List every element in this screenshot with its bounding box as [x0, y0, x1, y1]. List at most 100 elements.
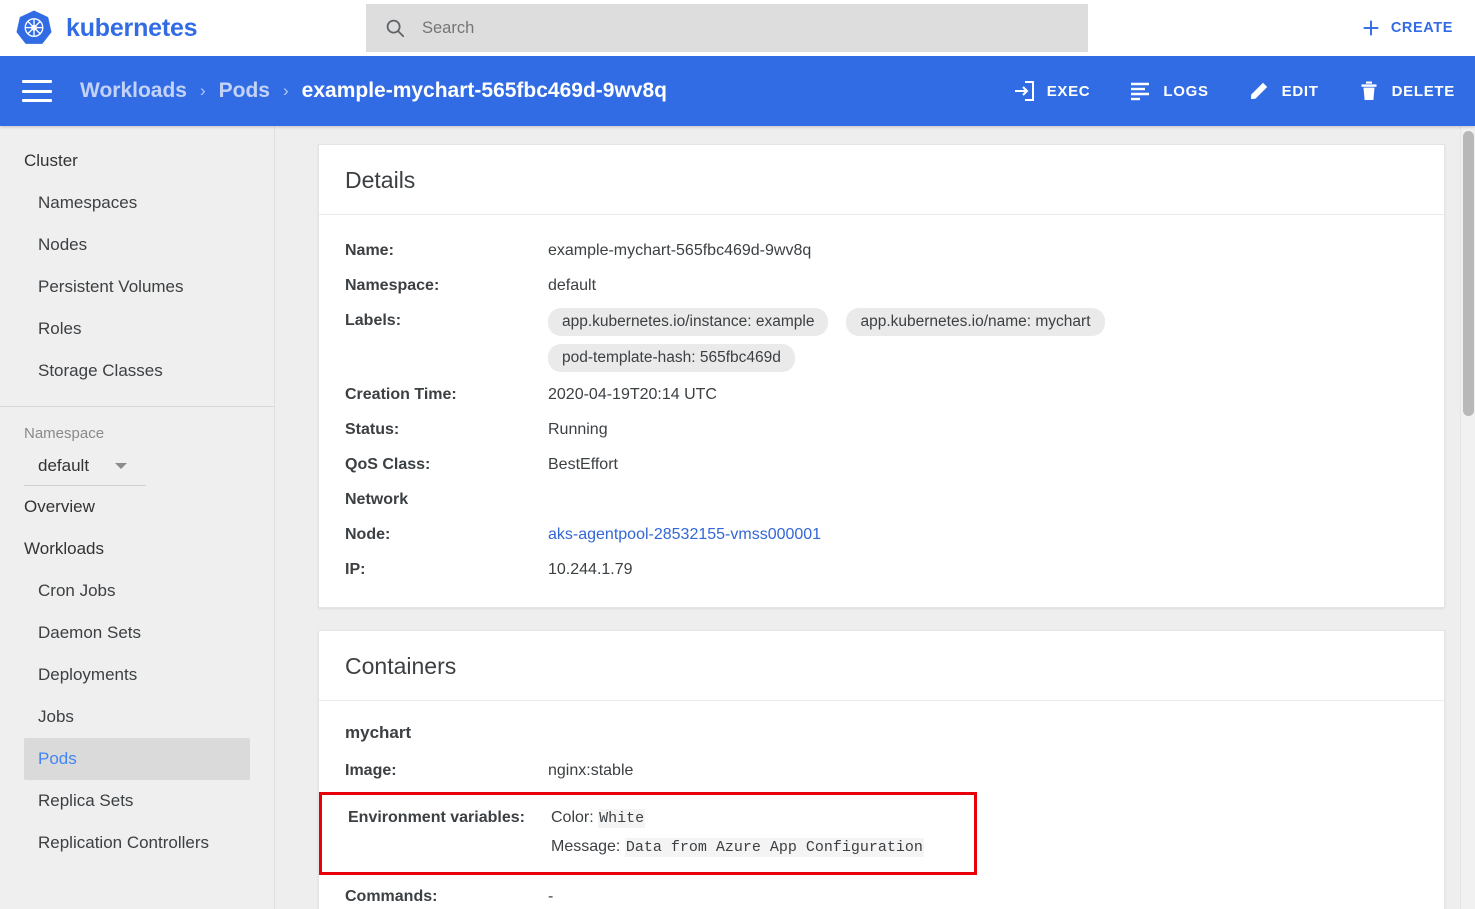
- detail-row-ip: IP: 10.244.1.79: [345, 552, 1418, 587]
- sidebar-item-cron-jobs[interactable]: Cron Jobs: [0, 570, 274, 612]
- containers-card-title: Containers: [345, 653, 457, 679]
- search-input[interactable]: [422, 4, 1070, 52]
- details-card-title: Details: [345, 167, 416, 193]
- exec-arrow-into-box-icon: [1014, 81, 1034, 101]
- create-button[interactable]: CREATE: [1356, 11, 1457, 45]
- detail-value-labels: app.kubernetes.io/instance: example app.…: [548, 308, 1418, 372]
- sidebar-item-roles[interactable]: Roles: [0, 308, 274, 350]
- plus-icon: [1363, 20, 1379, 36]
- sidebar-item-persistent-volumes[interactable]: Persistent Volumes: [0, 266, 274, 308]
- detail-value-node: aks-agentpool-28532155-vmss000001: [548, 522, 1418, 547]
- detail-value-status: Running: [548, 421, 608, 438]
- detail-label-qos-class: QoS Class:: [345, 456, 431, 473]
- env-var-name: Color:: [551, 809, 594, 826]
- container-label-commands: Commands:: [345, 888, 438, 905]
- container-value-image: nginx:stable: [548, 762, 634, 779]
- detail-label-labels: Labels:: [345, 312, 402, 329]
- sidebar-item-storage-classes[interactable]: Storage Classes: [0, 350, 274, 392]
- pencil-edit-icon: [1250, 82, 1267, 99]
- detail-label-status: Status:: [345, 421, 400, 438]
- namespace-selected-value: default: [38, 456, 90, 475]
- delete-button-label: DELETE: [1391, 82, 1455, 100]
- env-var-row: Message: Data from Azure App Configurati…: [348, 833, 948, 862]
- breadcrumb-separator: ›: [282, 81, 289, 100]
- top-bar: kubernetes CREATE: [0, 0, 1475, 56]
- content-scrollbar[interactable]: [1460, 126, 1475, 909]
- breadcrumb: Workloads › Pods › example-mychart-565fb…: [80, 79, 667, 103]
- detail-value-name: example-mychart-565fbc469d-9wv8q: [548, 242, 812, 259]
- container-label-env-vars: Environment variables:: [348, 809, 525, 826]
- scrollbar-thumb[interactable]: [1463, 131, 1474, 416]
- action-bar: Workloads › Pods › example-mychart-565fb…: [0, 56, 1475, 126]
- exec-button-label: EXEC: [1046, 82, 1091, 100]
- detail-section-network: Network: [345, 491, 409, 508]
- detail-value-namespace: default: [548, 277, 597, 294]
- details-card-body: Name: example-mychart-565fbc469d-9wv8q N…: [319, 215, 1444, 607]
- env-spacer: [348, 833, 551, 862]
- detail-label-ip: IP:: [345, 561, 366, 578]
- main-content: Details Name: example-mychart-565fbc469d…: [275, 126, 1475, 909]
- container-row-commands: Commands: -: [345, 879, 1418, 909]
- container-name: mychart: [345, 723, 412, 742]
- detail-value-qos-class: BestEffort: [548, 456, 618, 473]
- breadcrumb-separator: ›: [199, 81, 206, 100]
- delete-button[interactable]: DELETE: [1355, 75, 1457, 107]
- env-var-row: Environment variables: Color: White: [348, 804, 948, 833]
- env-var-name: Message:: [551, 838, 621, 855]
- page-layout: Cluster Namespaces Nodes Persistent Volu…: [0, 126, 1475, 909]
- label-chip[interactable]: app.kubernetes.io/instance: example: [548, 308, 829, 336]
- containers-card: Containers mychart Image: nginx:stable E…: [318, 630, 1445, 909]
- details-card: Details Name: example-mychart-565fbc469d…: [318, 144, 1445, 608]
- label-chip[interactable]: app.kubernetes.io/name: mychart: [846, 308, 1105, 336]
- sidebar-group-workloads: Workloads: [24, 539, 104, 558]
- container-row-image: Image: nginx:stable: [345, 753, 1418, 788]
- detail-label-name: Name:: [345, 242, 394, 259]
- hamburger-menu-icon[interactable]: [22, 80, 52, 102]
- top-bar-right: CREATE: [1356, 11, 1457, 45]
- node-link[interactable]: aks-agentpool-28532155-vmss000001: [548, 526, 821, 543]
- sidebar-item-deployments[interactable]: Deployments: [0, 654, 274, 696]
- sidebar-group-overview[interactable]: Overview: [0, 486, 274, 528]
- breadcrumb-current-pod: example-mychart-565fbc469d-9wv8q: [301, 79, 667, 102]
- sidebar-item-nodes[interactable]: Nodes: [0, 224, 274, 266]
- environment-variables-highlight-box: Environment variables: Color: White Mess…: [319, 792, 977, 875]
- breadcrumb-item-pods[interactable]: Pods: [219, 79, 270, 103]
- logs-button[interactable]: LOGS: [1126, 75, 1210, 107]
- action-buttons: EXEC LOGS EDIT DELETE: [1010, 75, 1457, 107]
- env-var-value: Data from Azure App Configuration: [624, 838, 924, 857]
- namespace-selector-block: Namespace default: [0, 407, 274, 486]
- detail-row-namespace: Namespace: default: [345, 268, 1418, 303]
- search-icon: [386, 19, 405, 38]
- env-var-entry: Message: Data from Azure App Configurati…: [551, 833, 924, 862]
- kubernetes-logo-icon: [16, 10, 52, 44]
- edit-button[interactable]: EDIT: [1245, 75, 1321, 107]
- detail-row-node: Node: aks-agentpool-28532155-vmss000001: [345, 517, 1418, 552]
- container-label-image: Image:: [345, 762, 397, 779]
- detail-row-qos-class: QoS Class: BestEffort: [345, 447, 1418, 482]
- sidebar-item-jobs[interactable]: Jobs: [0, 696, 274, 738]
- env-var-entry: Color: White: [551, 804, 646, 833]
- sidebar-item-replica-sets[interactable]: Replica Sets: [0, 780, 274, 822]
- brand-name: kubernetes: [66, 13, 198, 42]
- sidebar: Cluster Namespaces Nodes Persistent Volu…: [0, 126, 275, 909]
- label-chip[interactable]: pod-template-hash: 565fbc469d: [548, 344, 795, 372]
- logs-lines-icon: [1131, 82, 1150, 101]
- search-box[interactable]: [366, 4, 1088, 52]
- logs-button-label: LOGS: [1163, 82, 1209, 100]
- detail-row-labels: Labels: app.kubernetes.io/instance: exam…: [345, 303, 1418, 377]
- detail-label-creation-time: Creation Time:: [345, 386, 457, 403]
- sidebar-item-namespaces[interactable]: Namespaces: [0, 182, 274, 224]
- trash-delete-icon: [1361, 81, 1377, 100]
- namespace-label: Namespace: [24, 425, 105, 442]
- sidebar-item-daemon-sets[interactable]: Daemon Sets: [0, 612, 274, 654]
- breadcrumb-item-workloads[interactable]: Workloads: [80, 79, 187, 103]
- containers-card-header: Containers: [319, 631, 1444, 701]
- exec-button[interactable]: EXEC: [1010, 75, 1093, 107]
- detail-row-name: Name: example-mychart-565fbc469d-9wv8q: [345, 233, 1418, 268]
- namespace-select[interactable]: default: [24, 456, 146, 486]
- detail-label-node: Node:: [345, 526, 391, 543]
- brand[interactable]: kubernetes: [14, 8, 366, 48]
- sidebar-item-pods[interactable]: Pods: [24, 738, 250, 780]
- details-card-header: Details: [319, 145, 1444, 215]
- sidebar-item-replication-controllers[interactable]: Replication Controllers: [0, 822, 274, 864]
